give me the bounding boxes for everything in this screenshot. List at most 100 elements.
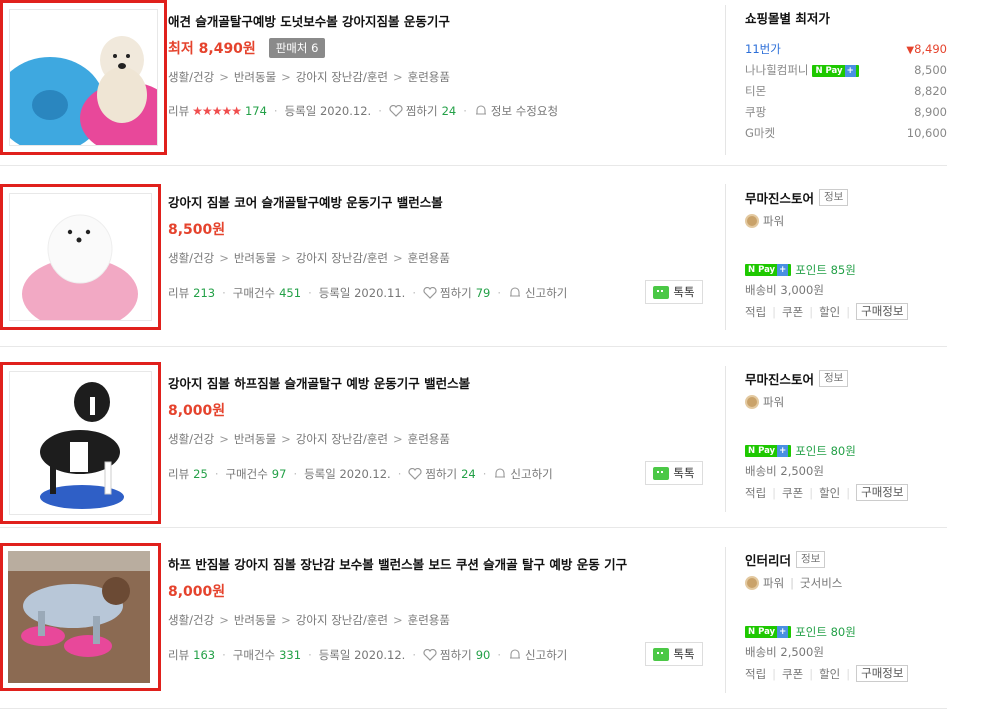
discount-link[interactable]: 할인	[819, 485, 840, 501]
heart-icon	[423, 649, 437, 661]
talk-icon	[653, 466, 670, 480]
review-count[interactable]: 174	[245, 104, 267, 118]
purchase-info-button[interactable]: 구매정보	[856, 484, 909, 501]
store-name[interactable]: 무마진스토어	[745, 188, 814, 207]
store-panel: 무마진스토어 정보 파워 N Pay + 포인트 85원 배송비 3,000원 적…	[745, 188, 947, 320]
shipping-fee: 배송비 2,500원	[745, 645, 824, 659]
wish-label: 찜하기	[439, 286, 472, 300]
coupon-link[interactable]: 쿠폰	[782, 666, 803, 682]
category-link[interactable]: 훈련용품	[408, 70, 450, 84]
point-amount: 포인트 85원	[795, 263, 856, 277]
point-amount: 포인트 80원	[795, 444, 856, 458]
category-link[interactable]: 생활/건강	[168, 70, 214, 84]
category-link[interactable]: 강아지 장난감/훈련	[296, 432, 388, 446]
medal-icon	[745, 576, 759, 590]
store-info-button[interactable]: 정보	[796, 551, 826, 568]
product-meta: 리뷰 25 · 구매건수 97 · 등록일 2020.12. · 찜하기 24 …	[168, 466, 553, 482]
purchase-count: 331	[279, 648, 302, 662]
report-button[interactable]: 신고하기	[508, 285, 567, 301]
mall-price: 8,490	[914, 42, 947, 56]
product-title[interactable]: 강아지 짐볼 하프짐볼 슬개골탈구 예방 운동기구 밸런스볼	[168, 373, 470, 392]
wish-count: 24	[461, 467, 476, 481]
mall-row[interactable]: G마켓 10,600	[745, 123, 947, 144]
store-extra-badge: 굿서비스	[800, 576, 843, 590]
report-button[interactable]: 신고하기	[508, 647, 567, 663]
coupon-link[interactable]: 쿠폰	[782, 485, 803, 501]
review-count[interactable]: 25	[193, 467, 208, 481]
discount-link[interactable]: 할인	[819, 666, 840, 682]
bell-icon	[510, 649, 521, 659]
product-price: 8,500원	[168, 222, 226, 238]
breadcrumb: 생활/건강 > 반려동물 > 강아지 장난감/훈련 > 훈련용품	[168, 432, 450, 446]
product-thumbnail[interactable]	[0, 0, 167, 155]
medal-icon	[745, 214, 759, 228]
product-title[interactable]: 하프 반짐볼 강아지 짐볼 장난감 보수볼 밸런스볼 보드 쿠션 슬개골 탈구 …	[168, 554, 627, 573]
talktalk-button[interactable]: 톡톡	[645, 461, 703, 485]
category-link[interactable]: 반려동물	[234, 432, 276, 446]
talktalk-button[interactable]: 톡톡	[645, 642, 703, 666]
product-thumbnail[interactable]	[0, 184, 161, 330]
mall-row[interactable]: 쿠팡 8,900	[745, 102, 947, 123]
category-link[interactable]: 훈련용품	[408, 613, 450, 627]
talktalk-button[interactable]: 톡톡	[645, 280, 703, 304]
wish-button[interactable]: 찜하기 79	[423, 285, 490, 301]
medal-icon	[745, 395, 759, 409]
mall-name: 나나힐컴퍼니	[745, 63, 809, 77]
category-link[interactable]: 생활/건강	[168, 251, 214, 265]
product-title[interactable]: 애견 슬개골탈구예방 도넛보수볼 강아지짐볼 운동기구	[168, 11, 450, 30]
product-image	[22, 214, 138, 320]
category-link[interactable]: 반려동물	[234, 613, 276, 627]
wish-button[interactable]: 찜하기 90	[423, 647, 490, 663]
mall-row[interactable]: 티몬 8,820	[745, 81, 947, 102]
store-info-button[interactable]: 정보	[819, 370, 849, 387]
divider	[725, 5, 726, 155]
npay-badge: N Pay +	[812, 65, 859, 77]
price-value: 8,490원	[198, 41, 256, 57]
breadcrumb: 생활/건강 > 반려동물 > 강아지 장난감/훈련 > 훈련용품	[168, 613, 450, 627]
seller-count-button[interactable]: 판매처 6	[268, 38, 326, 58]
review-count[interactable]: 163	[193, 648, 215, 662]
category-link[interactable]: 반려동물	[234, 251, 276, 265]
mall-row[interactable]: 11번가 ▼8,490	[745, 39, 947, 60]
wish-button[interactable]: 찜하기 24	[389, 103, 456, 119]
earn-link[interactable]: 적립	[745, 485, 766, 501]
product-price: 8,000원	[168, 584, 226, 600]
heart-icon	[423, 287, 437, 299]
product-thumbnail[interactable]	[0, 543, 161, 691]
category-link[interactable]: 반려동물	[234, 70, 276, 84]
coupon-link[interactable]: 쿠폰	[782, 304, 803, 320]
store-info-button[interactable]: 정보	[819, 189, 849, 206]
product-title[interactable]: 강아지 짐볼 코어 슬개골탈구예방 운동기구 밸런스볼	[168, 192, 443, 211]
point-amount: 포인트 80원	[795, 625, 856, 639]
report-button[interactable]: 신고하기	[493, 466, 553, 482]
earn-link[interactable]: 적립	[745, 304, 766, 320]
category-link[interactable]: 강아지 장난감/훈련	[296, 251, 388, 265]
purchase-info-button[interactable]: 구매정보	[856, 303, 909, 320]
category-link[interactable]: 생활/건강	[168, 432, 214, 446]
register-date: 등록일 2020.12.	[318, 648, 406, 662]
store-name[interactable]: 인터리더	[745, 550, 791, 569]
purchase-info-button[interactable]: 구매정보	[856, 665, 909, 682]
earn-link[interactable]: 적립	[745, 666, 766, 682]
category-link[interactable]: 강아지 장난감/훈련	[296, 70, 388, 84]
wish-button[interactable]: 찜하기 24	[408, 466, 476, 482]
mall-name: 11번가	[745, 42, 781, 56]
category-link[interactable]: 훈련용품	[408, 432, 450, 446]
shipping-fee: 배송비 3,000원	[745, 283, 824, 297]
category-link[interactable]: 생활/건강	[168, 613, 214, 627]
discount-link[interactable]: 할인	[819, 304, 840, 320]
mall-name: 티몬	[745, 84, 767, 98]
category-link[interactable]: 강아지 장난감/훈련	[296, 613, 388, 627]
mall-name: 쿠팡	[745, 105, 767, 119]
wish-label: 찜하기	[405, 104, 438, 118]
mall-row[interactable]: 나나힐컴퍼니 N Pay + 8,500	[745, 60, 947, 81]
product-thumbnail[interactable]	[0, 362, 161, 524]
wish-count: 90	[475, 648, 491, 662]
purchase-label: 구매건수	[225, 467, 268, 481]
register-date: 등록일 2020.12.	[304, 467, 391, 481]
store-name[interactable]: 무마진스토어	[745, 369, 814, 388]
report-button[interactable]: 정보 수정요청	[474, 103, 558, 119]
category-link[interactable]: 훈련용품	[408, 251, 450, 265]
lowest-price-panel: 쇼핑몰별 최저가 11번가 ▼8,490 나나힐컴퍼니 N Pay + 8,500 …	[745, 8, 947, 144]
review-count[interactable]: 213	[193, 286, 215, 300]
